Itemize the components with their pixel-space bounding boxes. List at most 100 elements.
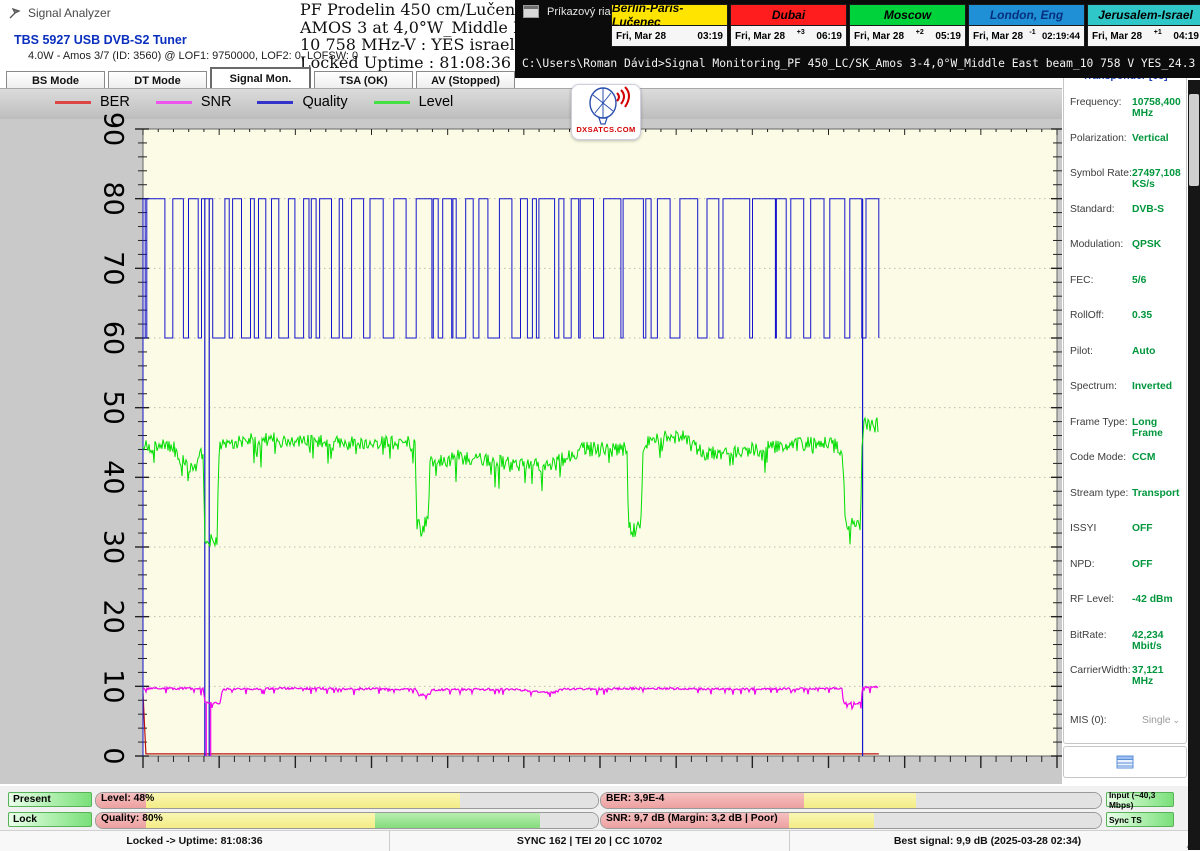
clock-dubai[interactable]: Dubai Fri, Mar 28 +3 06:19	[730, 4, 847, 47]
statusbar-sync-counters: SYNC 162 | TEI 20 | CC 10702	[390, 831, 790, 851]
row-value: Long Frame	[1132, 417, 1180, 439]
row-value: QPSK	[1132, 239, 1180, 250]
signal-status-bars: Present Lock Level: 48% Quality: 80% BER…	[0, 786, 1200, 830]
row-value: OFF	[1132, 523, 1180, 534]
clock-offset: +3	[785, 29, 816, 36]
legend-label: SNR	[201, 94, 232, 110]
svg-text:90: 90	[98, 112, 129, 146]
row-label: ISSYI	[1070, 523, 1132, 534]
row-label: FEC:	[1070, 275, 1132, 286]
row-value: 42,234 Mbit/s	[1132, 630, 1180, 652]
clock-berlin[interactable]: Berlin-Paris-Lučenec Fri, Mar 28 03:19	[611, 4, 728, 47]
chevron-down-icon: ⌄	[1172, 715, 1180, 726]
bar-segment-yellow	[804, 793, 917, 808]
sidebar-row: Polarization:Vertical	[1064, 133, 1186, 144]
legend-label: BER	[100, 94, 130, 110]
clock-london[interactable]: London, Eng Fri, Mar 28 -1 02:19:44	[968, 4, 1085, 47]
clock-offset: -1	[1023, 29, 1042, 36]
row-label: Standard:	[1070, 204, 1132, 215]
row-value: CCM	[1132, 452, 1180, 463]
clock-date: Fri, Mar 28	[1092, 31, 1142, 42]
row-label: Pilot:	[1070, 346, 1132, 357]
quality-label: Quality: 80%	[101, 813, 163, 824]
row-value: Auto	[1132, 346, 1180, 357]
clock-date: Fri, Mar 28	[854, 31, 904, 42]
clock-date: Fri, Mar 28	[616, 31, 666, 42]
sidebar-row: RF Level:-42 dBm	[1064, 594, 1186, 605]
sidebar-row: ISSYIOFF	[1064, 523, 1186, 534]
statusbar-lock-uptime: Locked -> Uptime: 81:08:36	[0, 831, 390, 851]
row-value: OFF	[1132, 559, 1180, 570]
clock-time: 05:19	[935, 31, 961, 42]
bar-segment-yellow	[789, 813, 874, 828]
sidebar-row: Frame Type:Long Frame	[1064, 417, 1186, 439]
sidebar-row: Frequency:10758,400 MHz	[1064, 97, 1186, 119]
clock-moscow[interactable]: Moscow Fri, Mar 28 +2 05:19	[849, 4, 966, 47]
table-icon[interactable]	[1116, 755, 1134, 769]
satellite-dish-icon	[581, 85, 631, 127]
bar-segment-green	[375, 813, 541, 828]
mis-value: Single	[1132, 715, 1172, 726]
svg-text:30: 30	[98, 530, 129, 564]
window-titlebar[interactable]: Signal Analyzer	[8, 6, 111, 20]
clock-offset: +1	[1142, 29, 1173, 36]
row-label: RollOff:	[1070, 310, 1132, 321]
command-prompt-window: Príkazový riadok Berlin-Paris-Lučenec Fr…	[515, 0, 1200, 78]
statusbar-best-signal: Best signal: 9,9 dB (2025-03-28 02:34)	[790, 831, 1185, 851]
sidebar-row: FEC:5/6	[1064, 275, 1186, 286]
sidebar-row: Standard:DVB-S	[1064, 204, 1186, 215]
row-label: Polarization:	[1070, 133, 1132, 144]
sidebar-row: Code Mode:CCM	[1064, 452, 1186, 463]
row-label: Frame Type:	[1070, 417, 1132, 439]
row-label: CarrierWidth:	[1070, 665, 1132, 687]
ber-label: BER: 3,9E-4	[606, 793, 664, 804]
transponder-sidebar: Transponder [63] Frequency:10758,400 MHz…	[1063, 66, 1187, 744]
dxsatcs-logo: DXSATCS.COM	[571, 84, 641, 140]
legend-item-ber: BER	[55, 94, 130, 110]
bar-segment-track	[916, 793, 1101, 808]
scrollbar-thumb[interactable]	[1189, 94, 1199, 186]
clock-jerusalem[interactable]: Jerusalem-Israel Fri, Mar 28 +1 04:19	[1087, 4, 1200, 47]
row-label: NPD:	[1070, 559, 1132, 570]
command-line[interactable]: C:\Users\Roman Dávid>Signal Monitoring_P…	[522, 57, 1197, 70]
legend-label: Level	[419, 94, 454, 110]
clock-offset: +2	[904, 29, 935, 36]
row-label: Stream type:	[1070, 488, 1132, 499]
snr-label: SNR: 9,7 dB (Margin: 3,2 dB | Poor)	[606, 813, 778, 824]
sidebar-row: BitRate:42,234 Mbit/s	[1064, 630, 1186, 652]
level-label: Level: 48%	[101, 793, 154, 804]
input-rate-indicator: Input (~40,3 Mbps)	[1106, 792, 1174, 807]
clock-city: Dubai	[731, 5, 846, 26]
quality-progress-bar	[95, 812, 599, 829]
world-clocks: Berlin-Paris-Lučenec Fri, Mar 28 03:19 D…	[611, 4, 1200, 47]
legend-item-level: Level	[374, 94, 454, 110]
clock-city: Berlin-Paris-Lučenec	[612, 5, 727, 26]
ber-progress-bar	[600, 792, 1102, 809]
row-label: RF Level:	[1070, 594, 1132, 605]
clock-city: Moscow	[850, 5, 965, 26]
bar-segment-track	[874, 813, 1102, 828]
svg-text:20: 20	[98, 599, 129, 633]
clock-city: Jerusalem-Israel	[1088, 5, 1200, 26]
legend-item-quality: Quality	[257, 94, 347, 110]
legend-label: Quality	[302, 94, 347, 110]
row-label: Symbol Rate:	[1070, 168, 1132, 190]
sidebar-row: RollOff:0.35	[1064, 310, 1186, 321]
row-value: 10758,400 MHz	[1132, 97, 1181, 119]
signal-analyzer-icon	[8, 6, 22, 20]
row-value: Transport	[1132, 488, 1180, 499]
mis-dropdown[interactable]: MIS (0): Single ⌄	[1064, 715, 1186, 726]
row-value: DVB-S	[1132, 204, 1180, 215]
row-value: 37,121 MHz	[1132, 665, 1180, 687]
sidebar-row: Symbol Rate:27497,108 KS/s	[1064, 168, 1186, 190]
page-scrollbar[interactable]	[1188, 80, 1200, 850]
present-indicator: Present	[8, 792, 92, 807]
bar-segment-yellow	[146, 793, 460, 808]
svg-text:50: 50	[98, 390, 129, 424]
sidebar-row: Modulation:QPSK	[1064, 239, 1186, 250]
row-label: BitRate:	[1070, 630, 1132, 652]
sidebar-row: CarrierWidth:37,121 MHz	[1064, 665, 1186, 687]
chart-legend: BER SNR Quality Level	[55, 94, 453, 110]
clock-time: 04:19	[1173, 31, 1199, 42]
row-label: Frequency:	[1070, 97, 1132, 119]
